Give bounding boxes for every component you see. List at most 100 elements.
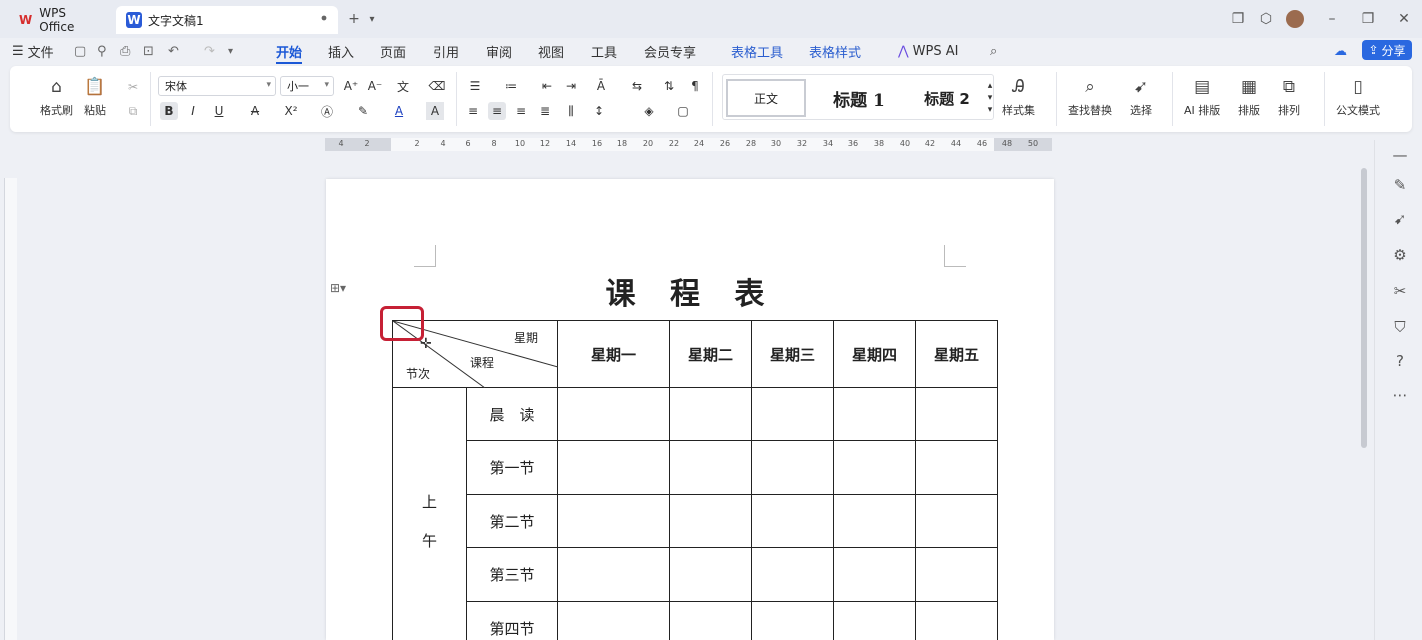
border-icon[interactable]: ▢ (674, 102, 692, 120)
share-doc-icon[interactable]: ⚲ (97, 41, 107, 61)
style-heading-1[interactable]: 标题 1 (819, 79, 899, 117)
align-left-icon[interactable]: ≡ (464, 102, 482, 120)
table-cell[interactable] (557, 601, 670, 640)
table-cell[interactable] (751, 387, 834, 441)
minimize-icon[interactable]: – (1322, 9, 1342, 29)
superscript-icon[interactable]: X² (282, 102, 300, 120)
align-center-icon[interactable]: ≡ (488, 102, 506, 120)
header-day[interactable]: 星期三 (751, 320, 834, 388)
table-cell[interactable] (833, 547, 916, 602)
table-cell[interactable] (557, 387, 670, 441)
highlight-icon[interactable]: ✎ (354, 102, 372, 120)
decrease-indent-icon[interactable]: ⇤ (538, 77, 556, 95)
shading-icon[interactable]: ◈ (640, 102, 658, 120)
increase-indent-icon[interactable]: ⇥ (562, 77, 580, 95)
sort-icon[interactable]: ⇅ (660, 77, 678, 95)
schedule-table[interactable]: 星期 课程 节次 星期一 星期二 星期三 星期四 星期五 上 午 晨 读 第一节… (392, 320, 998, 640)
header-day[interactable]: 星期五 (915, 320, 998, 388)
avatar[interactable] (1285, 9, 1305, 29)
table-cell[interactable] (833, 387, 916, 441)
tab-table-style[interactable]: 表格样式 (809, 41, 861, 61)
search-icon[interactable]: ⌕ (990, 41, 997, 61)
pen-icon[interactable]: ✎ (1389, 174, 1411, 196)
line-spacing-icon[interactable]: ↕ (590, 102, 608, 120)
table-cell[interactable] (751, 494, 834, 548)
tab-wps-ai[interactable]: ⋀ WPS AI (898, 41, 958, 61)
unsaved-dot-icon[interactable] (321, 15, 327, 21)
table-cell[interactable] (669, 547, 752, 602)
find-replace-button[interactable]: ⌕ 查找替换 (1068, 76, 1112, 118)
tab-view[interactable]: 视图 (538, 41, 564, 61)
table-cell[interactable] (915, 494, 998, 548)
underline-icon[interactable]: U (210, 102, 228, 120)
help-icon[interactable]: ? (1389, 350, 1411, 372)
tab-table-tools[interactable]: 表格工具 (731, 41, 783, 61)
tab-wps-office[interactable]: W WPS Office (8, 6, 112, 34)
period-cell[interactable]: 第三节 (466, 547, 558, 602)
vertical-ruler[interactable] (4, 178, 17, 640)
new-tab-icon[interactable]: + (344, 9, 364, 29)
period-group-cell[interactable]: 上 午 (392, 387, 467, 640)
header-day[interactable]: 星期二 (669, 320, 752, 388)
copy-icon[interactable]: ⧉ (124, 102, 142, 120)
table-cell[interactable] (915, 547, 998, 602)
align-right-icon[interactable]: ≡ (512, 102, 530, 120)
shrink-font-icon[interactable]: A⁻ (366, 77, 384, 95)
print-preview-icon[interactable]: ⊡ (143, 41, 154, 61)
table-cell[interactable] (915, 601, 998, 640)
cloud-upload-icon[interactable]: ☁ (1334, 41, 1347, 61)
bullet-list-icon[interactable]: ☰ (466, 77, 484, 95)
char-shading-icon[interactable]: A (426, 102, 444, 120)
horizontal-ruler[interactable]: 4 2 2 4 6 8 10 12 14 16 18 20 22 24 26 2… (325, 138, 1052, 151)
table-cell[interactable] (669, 440, 752, 495)
table-cell[interactable] (557, 494, 670, 548)
show-marks-icon[interactable]: ¶ (686, 77, 704, 95)
table-cell[interactable] (833, 440, 916, 495)
redo-icon[interactable]: ↷ (204, 41, 215, 61)
table-cell[interactable] (915, 387, 998, 441)
shirt-icon[interactable]: ⛉ (1389, 316, 1411, 338)
tab-tools[interactable]: 工具 (591, 41, 617, 61)
table-cell[interactable] (915, 440, 998, 495)
official-mode-button[interactable]: ▯ 公文模式 (1336, 76, 1380, 118)
ai-layout-button[interactable]: ▤ AI 排版 (1184, 76, 1220, 118)
more-icon[interactable]: ⋯ (1389, 384, 1411, 406)
clear-format-icon[interactable]: ⌫ (428, 77, 446, 95)
table-cell[interactable] (557, 440, 670, 495)
period-cell[interactable]: 第一节 (466, 440, 558, 495)
tab-document[interactable]: W 文字文稿1 (116, 6, 338, 34)
expand-gallery-icon[interactable]: ▾ (981, 101, 999, 119)
text-effect-icon[interactable]: Ⓐ (318, 102, 336, 120)
document-page[interactable]: ⊞▾ 课 程 表 星期 课程 节次 星期一 星期二 星期三 星期四 星期五 上 … (326, 179, 1054, 640)
style-normal[interactable]: 正文 (726, 79, 806, 117)
style-heading-2[interactable]: 标题 2 (911, 79, 983, 117)
style-set-button[interactable]: Ꭿ 样式集 (1002, 76, 1035, 118)
bold-icon[interactable]: B (160, 102, 178, 120)
font-name-select[interactable]: 宋体 ▾ (158, 76, 276, 96)
table-cell[interactable] (751, 440, 834, 495)
table-cell[interactable] (833, 494, 916, 548)
header-day[interactable]: 星期一 (557, 320, 670, 388)
table-handle-icon[interactable]: ⊞▾ (330, 281, 346, 295)
italic-icon[interactable]: I (184, 102, 202, 120)
table-cell[interactable] (669, 494, 752, 548)
table-cell[interactable] (833, 601, 916, 640)
table-cell[interactable] (751, 547, 834, 602)
font-color-icon[interactable]: A (390, 102, 408, 120)
tab-review[interactable]: 审阅 (486, 41, 512, 61)
more-chevron-icon[interactable]: ▾ (228, 41, 233, 61)
tab-member[interactable]: 会员专享 (644, 41, 696, 61)
layout-button[interactable]: ▦ 排版 (1238, 76, 1260, 118)
pointer-icon[interactable]: ➹ (1389, 208, 1411, 230)
tab-home[interactable]: 开始 (276, 41, 303, 64)
close-icon[interactable]: ✕ (1394, 9, 1414, 29)
vertical-scrollbar[interactable] (1361, 168, 1367, 448)
table-cell[interactable] (557, 547, 670, 602)
period-cell[interactable]: 第四节 (466, 601, 558, 640)
distributed-icon[interactable]: ⫼ (562, 102, 580, 120)
tab-page[interactable]: 页面 (380, 41, 406, 61)
tab-list-chevron-icon[interactable]: ▾ (362, 9, 382, 29)
font-size-select[interactable]: 小一 ▾ (280, 76, 334, 96)
collapse-icon[interactable]: — (1389, 144, 1411, 166)
tools-icon[interactable]: ✂ (1389, 280, 1411, 302)
